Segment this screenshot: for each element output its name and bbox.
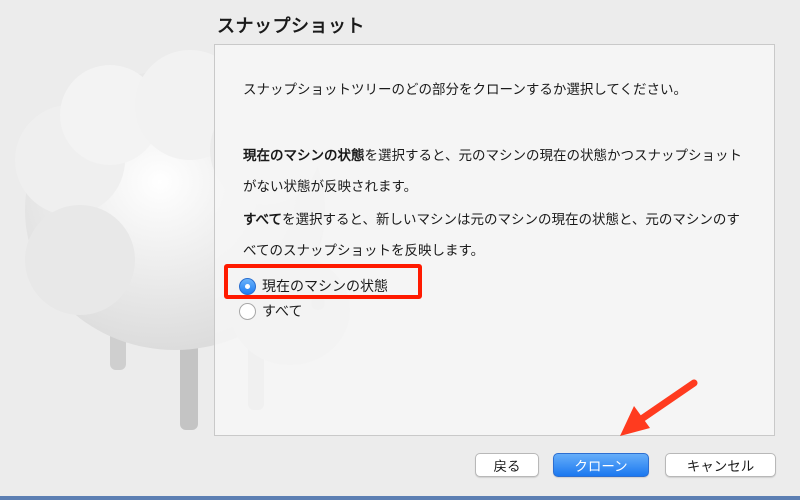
current-state-term: 現在のマシンの状態 bbox=[243, 148, 365, 164]
radio-all[interactable] bbox=[239, 302, 256, 320]
current-state-description: 現在のマシンの状態を選択すると、元のマシンの現在の状態かつスナップショットがない… bbox=[243, 141, 743, 203]
highlight-annotation-frame bbox=[224, 264, 422, 299]
option-all[interactable]: すべて bbox=[239, 301, 302, 321]
window-bottom-edge bbox=[0, 496, 800, 500]
back-button[interactable]: 戻る bbox=[475, 453, 539, 477]
page-title: スナップショット bbox=[217, 16, 365, 37]
red-arrow-annotation-icon bbox=[620, 379, 698, 436]
intro-text: スナップショットツリーのどの部分をクローンするか選択してください。 bbox=[243, 82, 688, 98]
cancel-button[interactable]: キャンセル bbox=[665, 453, 776, 477]
all-description: すべてを選択すると、新しいマシンは元のマシンの現在の状態と、元のマシンのすべての… bbox=[243, 205, 743, 267]
clone-button[interactable]: クローン bbox=[553, 453, 649, 477]
all-explanation: を選択すると、新しいマシンは元のマシンの現在の状態と、元のマシンのすべてのスナッ… bbox=[243, 212, 740, 259]
all-term: すべて bbox=[243, 212, 283, 228]
option-all-label: すべて bbox=[262, 304, 303, 320]
